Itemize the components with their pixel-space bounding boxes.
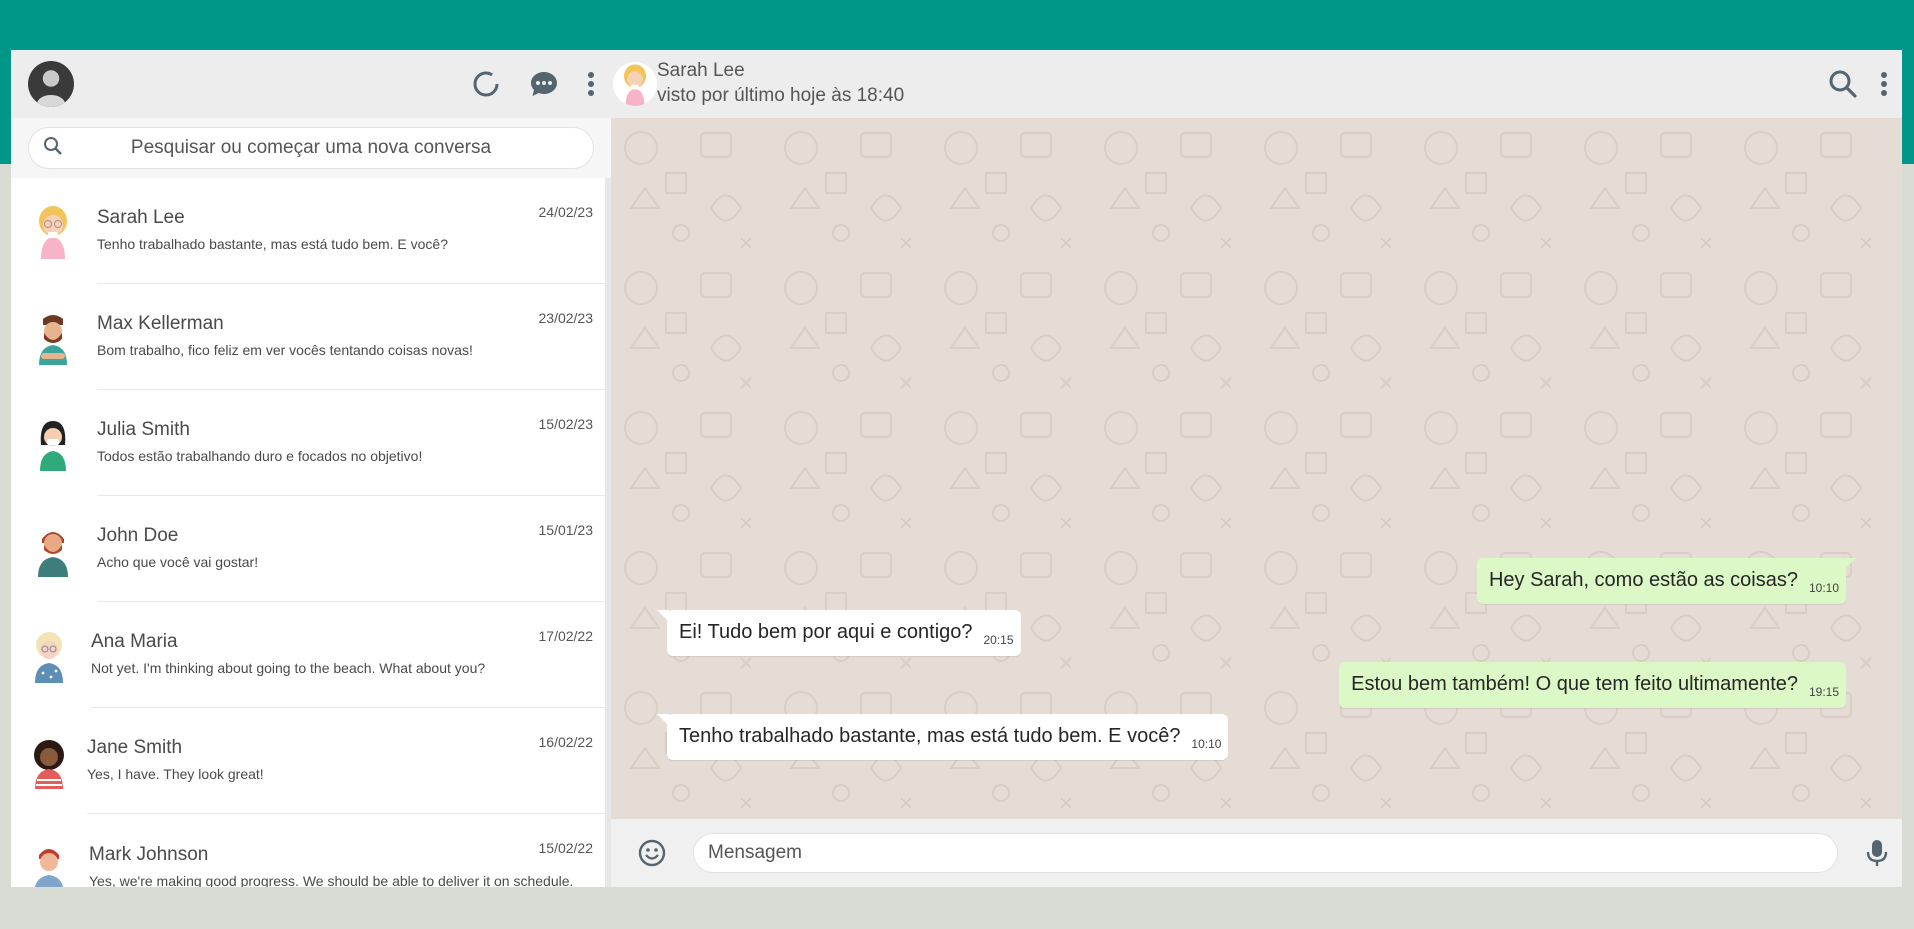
sidebar-header [11,50,611,118]
chat-preview: Yes, I have. They look great! [87,766,264,782]
chat-name: Sarah Lee [97,207,185,228]
messages-area: Hey Sarah, como estão as coisas? 10:10 E… [611,118,1902,819]
message-outgoing[interactable]: Hey Sarah, como estão as coisas? 10:10 [1476,558,1857,604]
chat-date: 24/02/23 [538,204,594,220]
chat-item-body: Sarah Lee Tenho trabalhado bastante, mas… [97,178,605,284]
chat-date: 15/02/23 [538,416,594,432]
menu-icon[interactable] [1880,71,1888,97]
chat-name: Mark Johnson [89,843,209,865]
chat-preview: Todos estão trabalhando duro e focados n… [97,448,423,464]
chat-item-sarah-lee[interactable]: Sarah Lee Tenho trabalhado bastante, mas… [11,178,611,284]
chat-date: 15/02/22 [538,840,594,856]
message-outgoing[interactable]: Estou bem também! O que tem feito ultima… [1339,662,1846,708]
chat-preview: Tenho trabalhado bastante, mas está tudo… [97,236,449,252]
search-icon [43,136,63,161]
chat-item-john-doe[interactable]: John Doe Acho que você vai gostar! 15/01… [11,496,611,602]
chat-name: John Doe [97,525,179,546]
conversation-actions [1828,69,1902,99]
search-icon[interactable] [1828,69,1858,99]
chat-date: 15/01/23 [538,522,594,538]
conversation-title[interactable]: Sarah Lee visto por último hoje às 18:40 [657,59,904,109]
chat-date: 23/02/23 [538,310,594,326]
status-icon[interactable] [471,69,501,99]
sidebar: Sarah Lee Tenho trabalhado bastante, mas… [11,50,611,887]
message-composer [611,819,1902,887]
chat-list: Sarah Lee Tenho trabalhado bastante, mas… [11,178,611,887]
contact-avatar [38,532,68,577]
app-window: Sarah Lee Tenho trabalhado bastante, mas… [11,50,1902,887]
chat-item-body: Julia Smith Todos estão trabalhando duro… [97,390,605,496]
chat-date: 16/02/22 [538,734,594,750]
message-time: 10:10 [1191,737,1222,751]
chat-preview: Acho que você vai gostar! [97,554,259,570]
message-time: 20:15 [983,633,1014,647]
contact-name: Sarah Lee [657,60,745,81]
new-chat-icon[interactable] [529,70,559,98]
search-bar [11,118,611,178]
contact-avatar [34,849,64,887]
microphone-icon[interactable] [1866,838,1888,868]
menu-icon[interactable] [587,71,595,97]
chat-item-body: Jane Smith Yes, I have. They look great!… [87,708,605,814]
chat-item-ana-maria[interactable]: Ana Maria Not yet. I'm thinking about go… [11,602,611,708]
chat-item-max-kellerman[interactable]: Max Kellerman Bom trabalho, fico feliz e… [11,284,611,390]
message-text: Tenho trabalhado bastante, mas está tudo… [679,725,1181,747]
message-incoming[interactable]: Tenho trabalhado bastante, mas está tudo… [656,714,1229,760]
chat-item-body: John Doe Acho que você vai gostar! 15/01… [97,496,605,602]
chat-item-body: Mark Johnson Yes, we're making good prog… [89,814,605,887]
message-incoming[interactable]: Ei! Tudo bem por aqui e contigo? 20:15 [657,610,1021,656]
message-time: 19:15 [1808,685,1839,699]
message-input[interactable] [693,833,1838,873]
chat-name: Ana Maria [91,631,178,652]
message-time: 10:10 [1808,581,1839,595]
search-input[interactable] [63,137,579,159]
contact-avatar [35,632,63,683]
chat-item-body: Max Kellerman Bom trabalho, fico feliz e… [97,284,605,390]
conversation-panel: Sarah Lee visto por último hoje às 18:40 [611,50,1902,887]
chat-preview: Bom trabalho, fico feliz em ver vocês te… [97,342,473,358]
sidebar-actions [471,69,595,99]
chat-item-jane-smith[interactable]: Jane Smith Yes, I have. They look great!… [11,708,611,814]
chat-date: 17/02/22 [538,628,594,644]
chat-name: Julia Smith [97,419,190,440]
message-text: Hey Sarah, como estão as coisas? [1488,569,1798,591]
my-avatar[interactable] [28,61,74,107]
message-text: Ei! Tudo bem por aqui e contigo? [679,621,973,643]
contact-avatar [39,315,67,365]
chat-item-body: Ana Maria Not yet. I'm thinking about go… [91,602,605,708]
last-seen-status: visto por último hoje às 18:40 [657,85,905,106]
conversation-header: Sarah Lee visto por último hoje às 18:40 [611,50,1902,118]
emoji-icon[interactable] [637,838,667,868]
contact-avatar [39,206,67,259]
contact-avatar [40,421,66,471]
chat-preview: Not yet. I'm thinking about going to the… [91,660,486,676]
contact-avatar[interactable] [613,62,657,106]
chat-name: Max Kellerman [97,313,224,334]
chat-name: Jane Smith [87,737,183,758]
chat-preview: Yes, we're making good progress. We shou… [89,872,574,888]
contact-avatar [34,740,64,789]
search-box [28,127,594,169]
chat-item-mark-johnson[interactable]: Mark Johnson Yes, we're making good prog… [11,814,611,887]
chat-item-julia-smith[interactable]: Julia Smith Todos estão trabalhando duro… [11,390,611,496]
message-text: Estou bem também! O que tem feito ultima… [1351,673,1798,695]
